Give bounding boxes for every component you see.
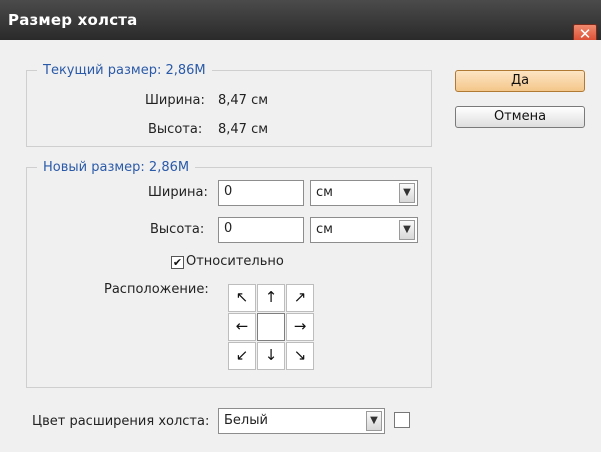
anchor-right[interactable]: → bbox=[286, 313, 314, 341]
cancel-button[interactable]: Отмена bbox=[455, 106, 585, 128]
height-unit-value: см bbox=[316, 222, 333, 237]
relative-checkbox[interactable]: ✔ bbox=[171, 256, 184, 269]
ok-button[interactable]: Да bbox=[455, 70, 585, 92]
canvas-extension-color-value: Белый bbox=[224, 413, 268, 428]
anchor-top-right[interactable]: ↗ bbox=[286, 284, 314, 312]
color-swatch[interactable] bbox=[394, 412, 410, 428]
canvas-extension-color-label: Цвет расширения холста: bbox=[32, 414, 210, 429]
arrow-right-icon: → bbox=[293, 317, 307, 335]
width-unit-value: см bbox=[316, 185, 333, 200]
anchor-center[interactable] bbox=[257, 313, 285, 341]
canvas-extension-color-select[interactable]: Белый ▼ bbox=[218, 408, 385, 434]
anchor-left[interactable]: ← bbox=[228, 313, 256, 341]
anchor-top-left[interactable]: ↖ bbox=[228, 284, 256, 312]
anchor-bottom[interactable]: ↓ bbox=[257, 342, 285, 370]
window-title: Размер холста bbox=[8, 11, 138, 29]
chevron-down-icon[interactable]: ▼ bbox=[366, 411, 382, 431]
new-size-legend: Новый размер: 2,86M bbox=[43, 160, 190, 175]
anchor-bottom-left[interactable]: ↙ bbox=[228, 342, 256, 370]
height-unit-select[interactable]: см ▼ bbox=[310, 217, 418, 243]
arrow-up-left-icon: ↖ bbox=[235, 288, 249, 306]
arrow-down-right-icon: ↘ bbox=[293, 346, 307, 364]
current-height-value: 8,47 см bbox=[218, 122, 269, 137]
current-width-value: 8,47 см bbox=[218, 93, 269, 108]
relative-label: Относительно bbox=[186, 254, 284, 269]
arrow-down-icon: ↓ bbox=[264, 346, 278, 364]
current-width-label: Ширина: bbox=[145, 93, 205, 108]
arrow-left-icon: ← bbox=[235, 317, 249, 335]
anchor-grid: ↖ ↑ ↗ ← → ↙ ↓ ↘ bbox=[228, 284, 315, 371]
arrow-up-icon: ↑ bbox=[264, 288, 278, 306]
anchor-label: Расположение: bbox=[104, 282, 209, 297]
title-bar: Размер холста bbox=[0, 0, 601, 40]
width-unit-select[interactable]: см ▼ bbox=[310, 180, 418, 206]
anchor-bottom-right[interactable]: ↘ bbox=[286, 342, 314, 370]
chevron-down-icon[interactable]: ▼ bbox=[399, 220, 415, 240]
arrow-down-left-icon: ↙ bbox=[235, 346, 249, 364]
anchor-top[interactable]: ↑ bbox=[257, 284, 285, 312]
arrow-up-right-icon: ↗ bbox=[293, 288, 307, 306]
new-height-label: Высота: bbox=[150, 222, 205, 237]
canvas-size-dialog: Текущий размер: 2,86M Ширина: 8,47 см Вы… bbox=[0, 40, 601, 452]
current-height-label: Высота: bbox=[148, 122, 203, 137]
current-size-legend: Текущий размер: 2,86M bbox=[43, 63, 206, 78]
new-width-label: Ширина: bbox=[148, 185, 208, 200]
chevron-down-icon[interactable]: ▼ bbox=[399, 183, 415, 203]
new-height-input[interactable]: 0 bbox=[218, 217, 304, 243]
new-width-input[interactable]: 0 bbox=[218, 180, 304, 206]
